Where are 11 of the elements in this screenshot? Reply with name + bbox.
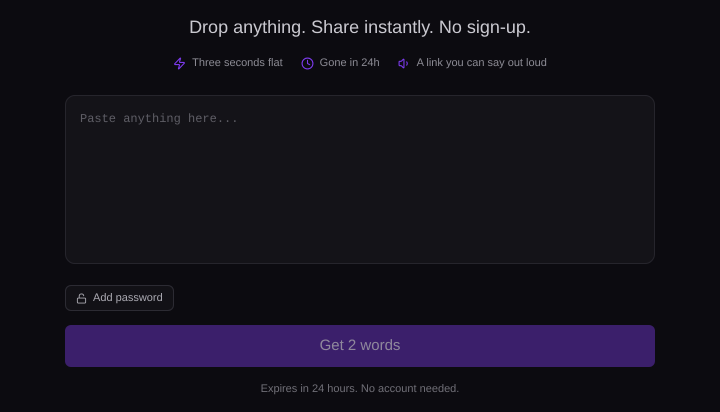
footnote: Expires in 24 hours. No account needed. [260,382,460,397]
paste-field[interactable]: Paste anything here... [65,95,655,264]
feature-label: Three seconds flat [192,56,283,71]
feature-label: Gone in 24h [320,56,380,71]
add-password-button[interactable]: Add password [65,285,174,311]
headline: Drop anything. Share instantly. No sign-up. [189,16,531,39]
speaker-icon [398,56,411,70]
feature-label: A link you can say out loud [416,56,547,71]
clock-icon [300,56,314,70]
padlock-icon [76,292,87,304]
bolt-icon [173,56,186,70]
